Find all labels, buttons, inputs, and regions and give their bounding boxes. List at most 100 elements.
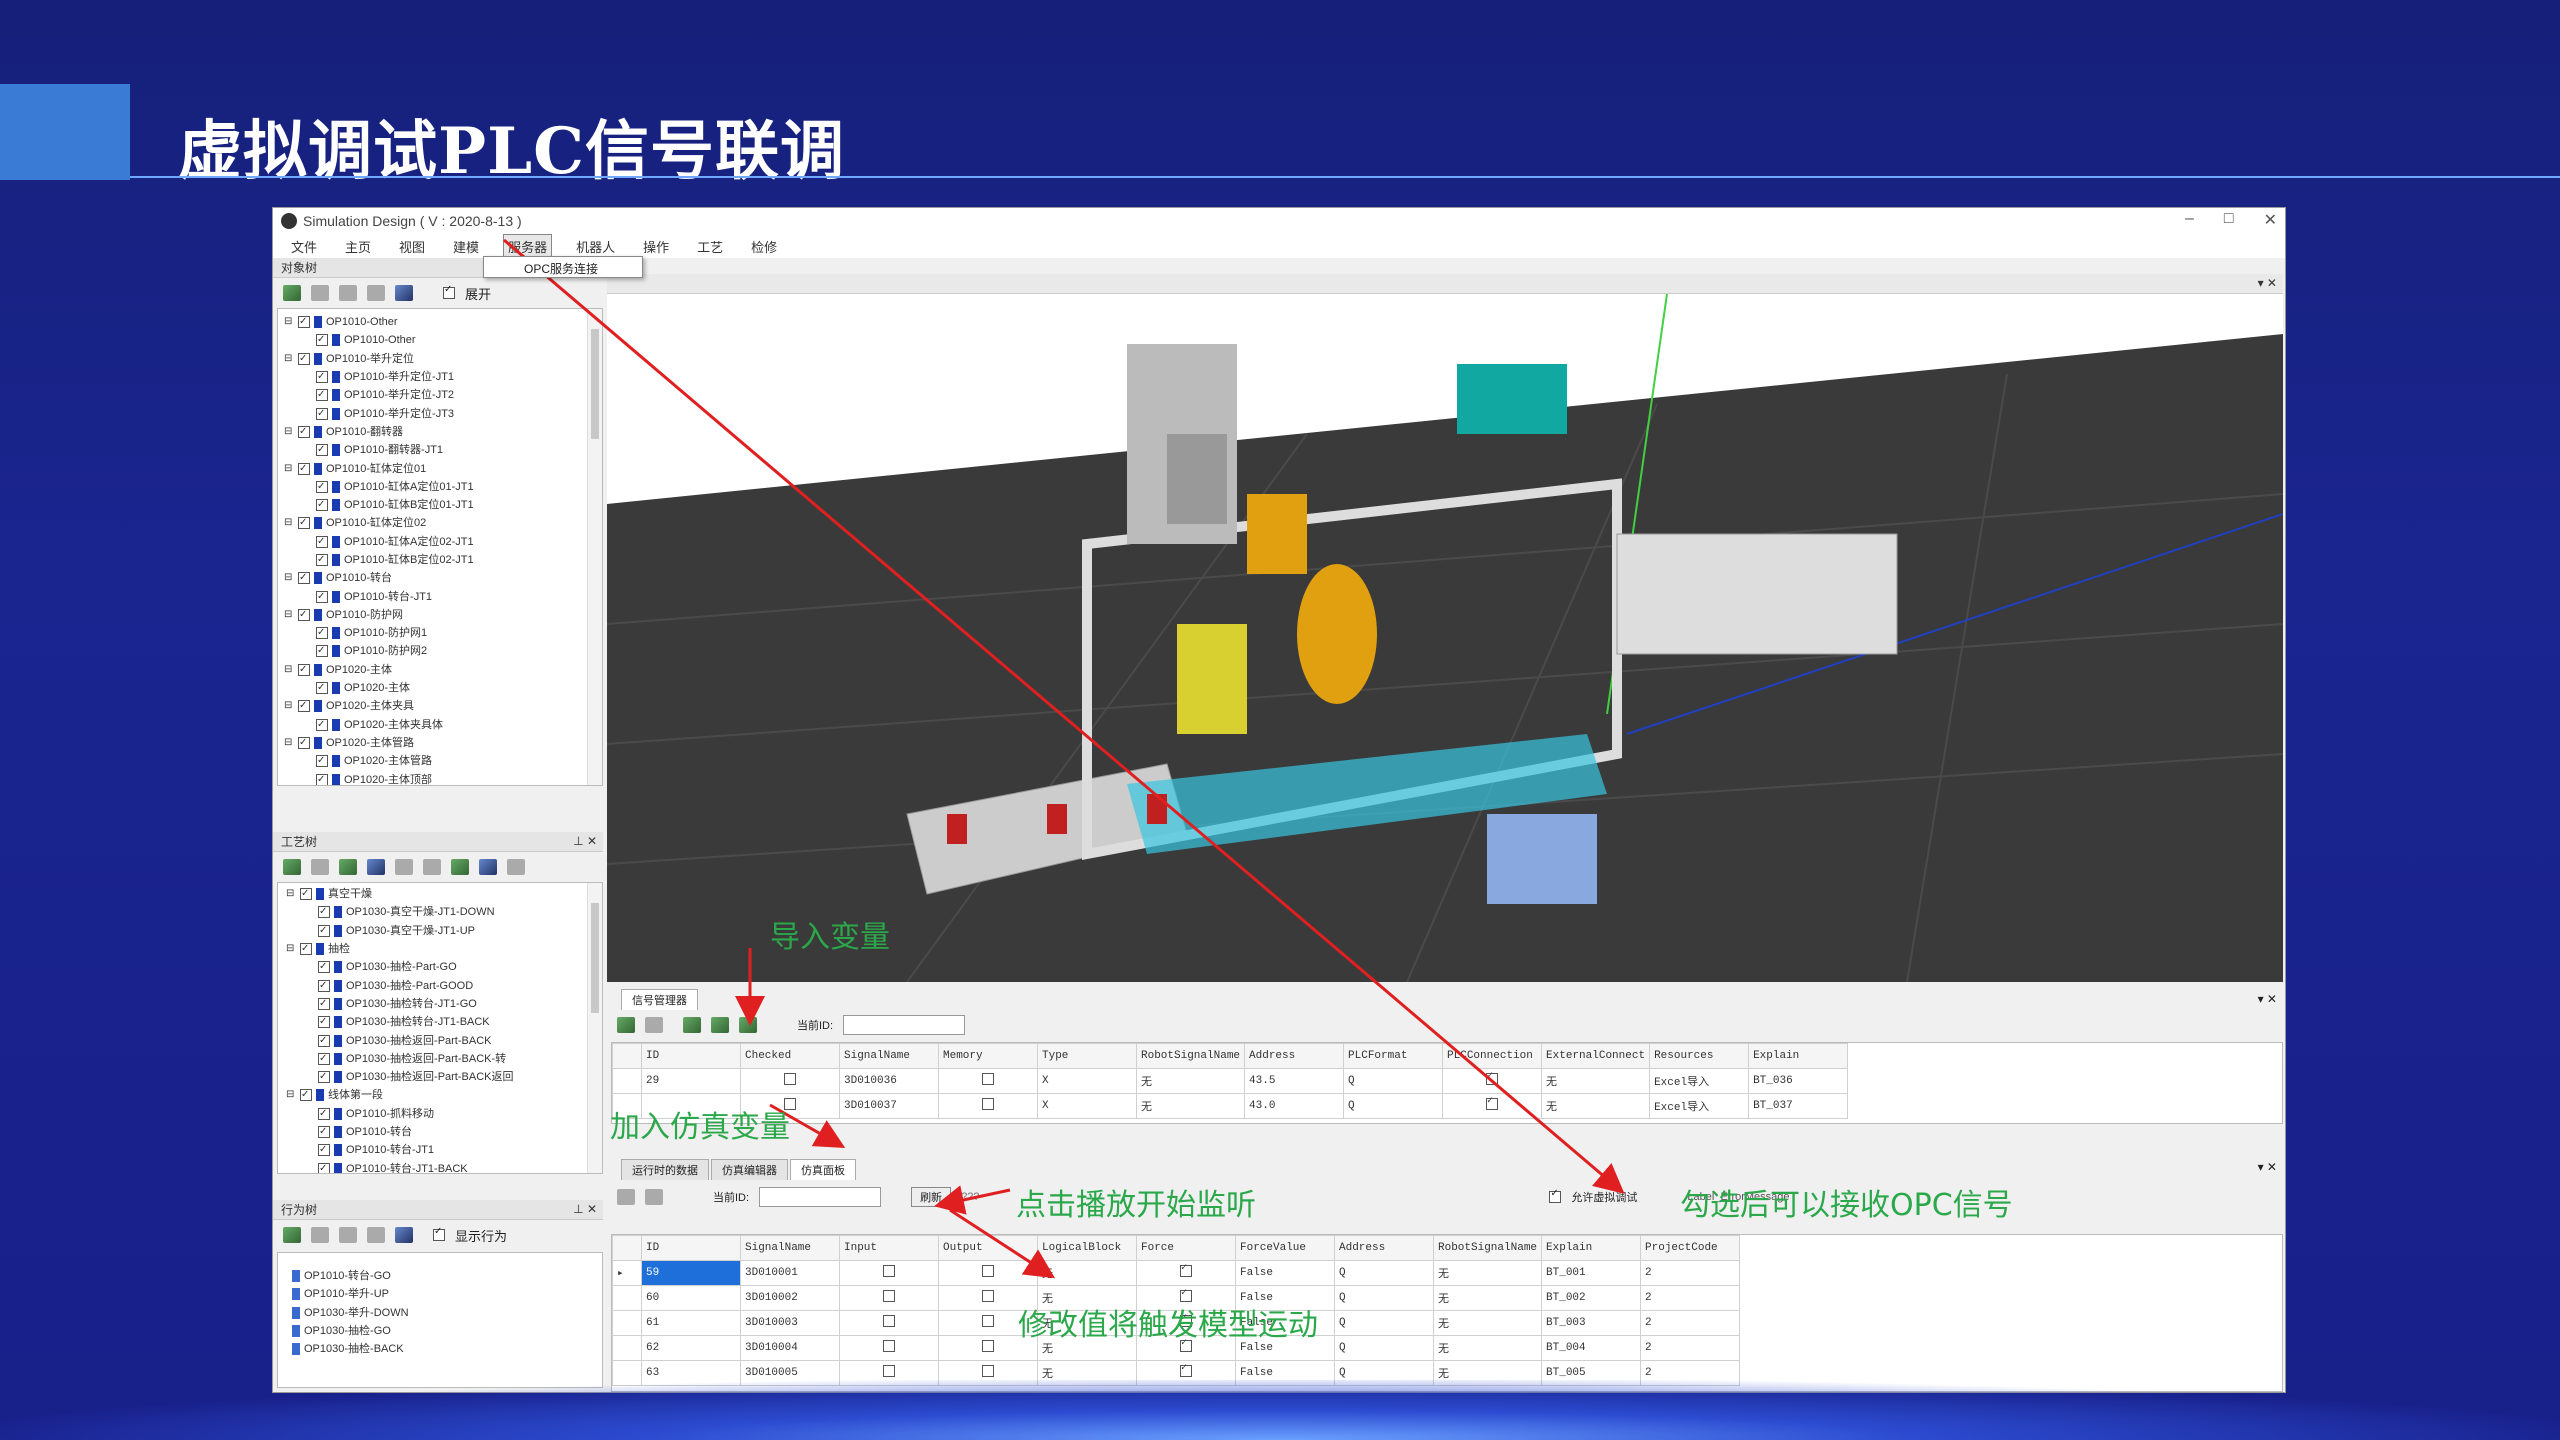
object-tree-item[interactable]: OP1010-缸体A定位02-JT1 — [284, 533, 602, 551]
table-cell[interactable]: 2 — [1640, 1285, 1741, 1311]
collapse-toggle-icon[interactable]: ⊟ — [284, 350, 294, 368]
cell-checkbox[interactable] — [982, 1365, 994, 1377]
edit-icon[interactable] — [395, 1227, 413, 1243]
close-button[interactable]: ✕ — [2264, 210, 2277, 230]
checkbox-cell[interactable] — [938, 1093, 1038, 1119]
menu-item-1[interactable]: 主页 — [341, 235, 375, 258]
cell-checkbox[interactable] — [1180, 1362, 1192, 1377]
object-tree-item[interactable]: ⊟ OP1010-Other — [284, 313, 602, 331]
table-cell[interactable]: 无 — [1432, 1310, 1543, 1336]
collapse-toggle-icon[interactable]: ⊟ — [284, 313, 294, 331]
table-cell[interactable]: BT_004 — [1541, 1335, 1642, 1361]
tree-checkbox[interactable] — [316, 478, 328, 496]
object-tree[interactable]: ⊟ OP1010-Other OP1010-Other ⊟ OP1010-举升定位 OP1… — [277, 308, 603, 786]
process-tree-item[interactable]: OP1010-抓料移动 — [286, 1105, 602, 1123]
tree-checkbox[interactable] — [298, 734, 310, 752]
tab-signal-manager[interactable]: 信号管理器 — [621, 989, 698, 1010]
object-tree-item[interactable]: ⊟ OP1010-缸体定位01 — [284, 459, 602, 478]
checkbox-cell[interactable] — [839, 1335, 939, 1361]
table-cell[interactable]: BT_036 — [1748, 1068, 1849, 1094]
table-cell[interactable]: Q — [1334, 1310, 1434, 1336]
sim-grid[interactable]: ID SignalName Input Output LogicalBlock Force… — [611, 1234, 2283, 1392]
table-cell[interactable]: 无 — [1432, 1335, 1543, 1361]
tree-checkbox[interactable] — [316, 679, 328, 697]
cell-checkbox[interactable] — [982, 1315, 994, 1327]
process-tree-item[interactable]: ⊟ 线体第一段 — [286, 1086, 602, 1104]
column-header[interactable]: Memory — [938, 1043, 1038, 1069]
tree-checkbox[interactable] — [316, 771, 328, 785]
table-cell[interactable]: 无 — [1432, 1260, 1543, 1286]
table-cell[interactable]: 无 — [1135, 1093, 1246, 1119]
pin-close-icon[interactable]: ⊥ ✕ — [573, 834, 597, 848]
menu-item-2[interactable]: 视图 — [395, 235, 429, 258]
behavior-tree-item[interactable]: OP1030-抽检-BACK — [292, 1340, 602, 1358]
disconnect-icon[interactable] — [311, 1227, 329, 1243]
table-cell[interactable]: Q — [1334, 1285, 1434, 1311]
process-tree-item[interactable]: OP1030-真空干燥-JT1-DOWN — [286, 903, 602, 921]
checkbox-cell[interactable] — [1442, 1093, 1543, 1119]
table-cell[interactable]: 无 — [1135, 1068, 1246, 1094]
tree-checkbox[interactable] — [318, 1141, 330, 1159]
collapse-toggle-icon[interactable]: ⊟ — [286, 885, 296, 903]
row-selector[interactable] — [612, 1335, 642, 1361]
pin-close-icon[interactable]: ▾ ✕ — [2258, 992, 2277, 1006]
behavior-tree-item[interactable]: OP1010-转台-GO — [292, 1267, 602, 1285]
collapse-toggle-icon[interactable]: ⊟ — [284, 661, 294, 679]
cell-checkbox[interactable] — [1486, 1095, 1499, 1110]
cell-checkbox[interactable] — [982, 1340, 994, 1352]
cell-checkbox[interactable] — [982, 1290, 994, 1302]
collapse-toggle-icon[interactable]: ⊟ — [284, 697, 294, 715]
menu-item-5[interactable]: 机器人 — [572, 235, 619, 258]
collapse-toggle-icon[interactable]: ⊟ — [284, 569, 294, 587]
table-cell[interactable]: 43.0 — [1244, 1093, 1345, 1119]
tree-checkbox[interactable] — [318, 922, 330, 940]
tree-checkbox[interactable] — [298, 514, 310, 532]
sort-icon[interactable] — [507, 859, 525, 875]
column-header[interactable]: ForceValue — [1235, 1235, 1335, 1261]
cell-checkbox[interactable] — [883, 1315, 895, 1327]
checkbox-cell[interactable] — [938, 1068, 1038, 1094]
maximize-button[interactable]: □ — [2224, 210, 2234, 230]
table-cell[interactable]: 60 — [641, 1285, 741, 1311]
connect-icon[interactable] — [283, 285, 301, 301]
process-tree-item[interactable]: OP1030-真空干燥-JT1-UP — [286, 922, 602, 940]
tree-checkbox[interactable] — [316, 752, 328, 770]
collapse-toggle-icon[interactable]: ⊟ — [284, 460, 294, 478]
object-tree-scrollbar[interactable] — [587, 309, 602, 785]
process-tree-item[interactable]: OP1030-抽检-Part-GOOD — [286, 976, 602, 995]
column-header[interactable]: ID — [641, 1043, 741, 1069]
tree-checkbox[interactable] — [318, 1160, 330, 1173]
checkbox-cell[interactable] — [839, 1260, 939, 1286]
grid-icon[interactable] — [339, 285, 357, 301]
table-cell[interactable]: BT_001 — [1541, 1260, 1642, 1286]
tree-checkbox[interactable] — [298, 313, 310, 331]
cell-checkbox[interactable] — [1486, 1070, 1499, 1085]
process-tree-item[interactable]: OP1030-抽检-Part-GO — [286, 958, 602, 976]
tree-checkbox[interactable] — [316, 716, 328, 734]
column-header[interactable]: Checked — [740, 1043, 840, 1069]
object-tree-item[interactable]: OP1010-防护网1 — [284, 624, 602, 642]
column-header[interactable]: Force — [1136, 1235, 1236, 1261]
tree-checkbox[interactable] — [316, 624, 328, 642]
cell-checkbox[interactable] — [883, 1365, 895, 1377]
table-cell[interactable]: Excel导入 — [1649, 1068, 1750, 1094]
behavior-tree-item[interactable]: OP1010-举升-UP — [292, 1285, 602, 1303]
tree-checkbox[interactable] — [316, 386, 328, 404]
process-tree-item[interactable]: OP1030-抽检转台-JT1-GO — [286, 995, 602, 1013]
tree-checkbox[interactable] — [318, 1050, 330, 1068]
table-cell[interactable]: Q — [1334, 1335, 1434, 1361]
column-header[interactable]: Address — [1334, 1235, 1434, 1261]
tree-checkbox[interactable] — [298, 697, 310, 715]
column-header[interactable]: RobotSignalName — [1135, 1043, 1246, 1069]
object-tree-item[interactable]: OP1010-转台-JT1 — [284, 587, 602, 606]
tree-checkbox[interactable] — [318, 995, 330, 1013]
dropdown-opc-connect[interactable]: OPC服务连接 — [483, 256, 643, 278]
behavior-tree-item[interactable]: OP1030-举升-DOWN — [292, 1304, 602, 1322]
layout-icon[interactable] — [367, 1227, 385, 1243]
column-header[interactable]: Output — [938, 1235, 1038, 1261]
table-cell[interactable]: 3D010036 — [839, 1068, 939, 1094]
cell-checkbox[interactable] — [883, 1340, 895, 1352]
object-tree-item[interactable]: ⊟ OP1010-转台 — [284, 569, 602, 587]
tree-checkbox[interactable] — [316, 588, 328, 606]
table-cell[interactable]: 3D010001 — [740, 1260, 840, 1286]
